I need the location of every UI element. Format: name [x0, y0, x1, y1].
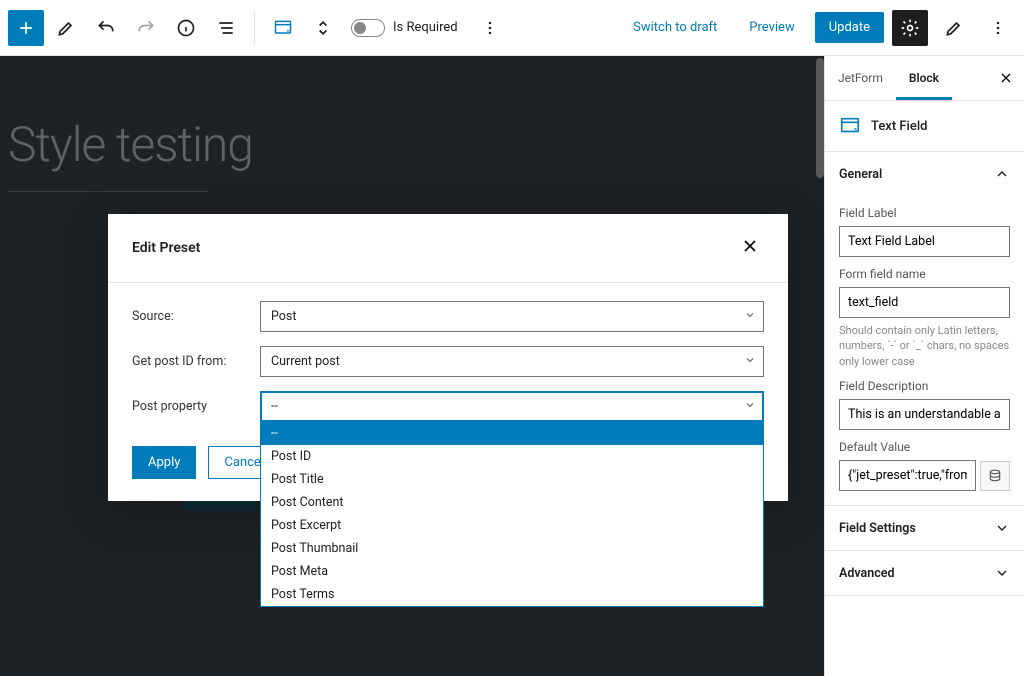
redo-icon: [136, 18, 156, 38]
tab-jetform[interactable]: JetForm: [825, 56, 896, 100]
default-value-row: [839, 460, 1010, 491]
expand-button[interactable]: [305, 10, 341, 46]
panel-general-title: General: [839, 167, 882, 182]
dropdown-option[interactable]: Post Excerpt: [261, 514, 763, 537]
panel-general-body: Field Label Form field name Should conta…: [825, 206, 1024, 505]
toolbar-divider: [254, 12, 255, 44]
outline-button[interactable]: [208, 10, 244, 46]
chevron-up-icon: [994, 166, 1010, 182]
database-icon: [988, 469, 1002, 483]
field-label-label: Field Label: [839, 206, 1010, 220]
chevron-down-icon: [994, 565, 1010, 581]
panel-field-settings-header[interactable]: Field Settings: [825, 506, 1024, 550]
more-vertical-icon: [480, 18, 500, 38]
expand-icon: [313, 18, 333, 38]
preview-button[interactable]: Preview: [737, 12, 806, 43]
form-icon-button[interactable]: [265, 10, 301, 46]
toolbar-right: Switch to draft Preview Update: [621, 10, 1016, 46]
post-property-select[interactable]: --: [260, 391, 764, 422]
modal-title: Edit Preset: [132, 240, 200, 256]
get-post-id-row: Get post ID from: Current post: [132, 346, 764, 377]
list-icon: [216, 18, 236, 38]
get-post-id-control: Current post: [260, 346, 764, 377]
form-field-name-label: Form field name: [839, 267, 1010, 281]
more-vertical-icon: [988, 18, 1008, 38]
modal-body: Source: Post Get post ID from: Current p…: [108, 283, 788, 446]
dropdown-option[interactable]: --: [261, 422, 763, 445]
panel-advanced: Advanced: [825, 551, 1024, 596]
field-description-input[interactable]: [839, 399, 1010, 430]
info-icon: [176, 18, 196, 38]
form-field-name-help: Should contain only Latin letters, numbe…: [839, 323, 1010, 369]
source-label: Source:: [132, 309, 260, 324]
top-toolbar: Is Required Switch to draft Preview Upda…: [0, 0, 1024, 56]
source-row: Source: Post: [132, 301, 764, 332]
toolbar-more-button[interactable]: [980, 10, 1016, 46]
sidebar: JetForm Block Text Field General Field L…: [824, 56, 1024, 676]
close-icon: [998, 70, 1014, 86]
tab-block[interactable]: Block: [896, 56, 952, 100]
get-post-id-label: Get post ID from:: [132, 354, 260, 369]
panel-general-header[interactable]: General: [825, 152, 1024, 196]
panel-advanced-title: Advanced: [839, 566, 895, 581]
more-options-button[interactable]: [472, 10, 508, 46]
dynamic-preset-button[interactable]: [980, 461, 1010, 491]
form-field-name-input[interactable]: [839, 287, 1010, 318]
default-value-input[interactable]: [839, 460, 976, 491]
field-label-input[interactable]: [839, 226, 1010, 257]
sidebar-tabs: JetForm Block: [825, 56, 1024, 101]
close-sidebar-button[interactable]: [988, 56, 1024, 100]
undo-button[interactable]: [88, 10, 124, 46]
source-control: Post: [260, 301, 764, 332]
post-property-control: -- -- Post ID Post Title Post Content Po…: [260, 391, 764, 422]
panel-field-settings: Field Settings: [825, 506, 1024, 551]
panel-general: General Field Label Form field name Shou…: [825, 152, 1024, 506]
block-type-header: Text Field: [825, 101, 1024, 152]
settings-button[interactable]: [892, 10, 928, 46]
text-field-icon: [839, 115, 861, 137]
switch-to-draft-button[interactable]: Switch to draft: [621, 12, 729, 43]
dropdown-option[interactable]: Post Title: [261, 468, 763, 491]
close-icon: [740, 236, 760, 256]
brush-icon: [944, 18, 964, 38]
toggle-thumb: [354, 22, 366, 34]
panel-field-settings-title: Field Settings: [839, 521, 916, 536]
source-select[interactable]: Post: [260, 301, 764, 332]
get-post-id-select[interactable]: Current post: [260, 346, 764, 377]
panel-advanced-header[interactable]: Advanced: [825, 551, 1024, 595]
info-button[interactable]: [168, 10, 204, 46]
default-value-label: Default Value: [839, 440, 1010, 454]
toolbar-left: Is Required: [8, 10, 508, 46]
toggle-track: [351, 19, 385, 37]
redo-button[interactable]: [128, 10, 164, 46]
form-icon: [273, 18, 293, 38]
dropdown-option[interactable]: Post Terms: [261, 583, 763, 606]
post-property-row: Post property -- -- Post ID Post Title P…: [132, 391, 764, 422]
dropdown-option[interactable]: Post Content: [261, 491, 763, 514]
gear-icon: [900, 18, 920, 38]
is-required-label: Is Required: [393, 20, 458, 35]
modal-close-button[interactable]: [736, 232, 764, 264]
chevron-down-icon: [994, 520, 1010, 536]
modal-header: Edit Preset: [108, 214, 788, 283]
post-property-label: Post property: [132, 399, 260, 414]
pencil-icon: [56, 18, 76, 38]
post-property-dropdown: -- Post ID Post Title Post Content Post …: [260, 422, 764, 607]
dropdown-option[interactable]: Post Thumbnail: [261, 537, 763, 560]
block-type-label: Text Field: [871, 119, 927, 134]
edit-preset-modal: Edit Preset Source: Post Get post ID fro…: [108, 214, 788, 501]
add-block-button[interactable]: [8, 10, 44, 46]
plus-icon: [16, 18, 36, 38]
dropdown-option[interactable]: Post Meta: [261, 560, 763, 583]
update-button[interactable]: Update: [815, 12, 884, 43]
undo-icon: [96, 18, 116, 38]
is-required-toggle[interactable]: Is Required: [351, 19, 458, 37]
field-description-label: Field Description: [839, 379, 1010, 393]
apply-button[interactable]: Apply: [132, 446, 196, 479]
edit-button[interactable]: [48, 10, 84, 46]
dropdown-option[interactable]: Post ID: [261, 445, 763, 468]
jet-style-button[interactable]: [936, 10, 972, 46]
